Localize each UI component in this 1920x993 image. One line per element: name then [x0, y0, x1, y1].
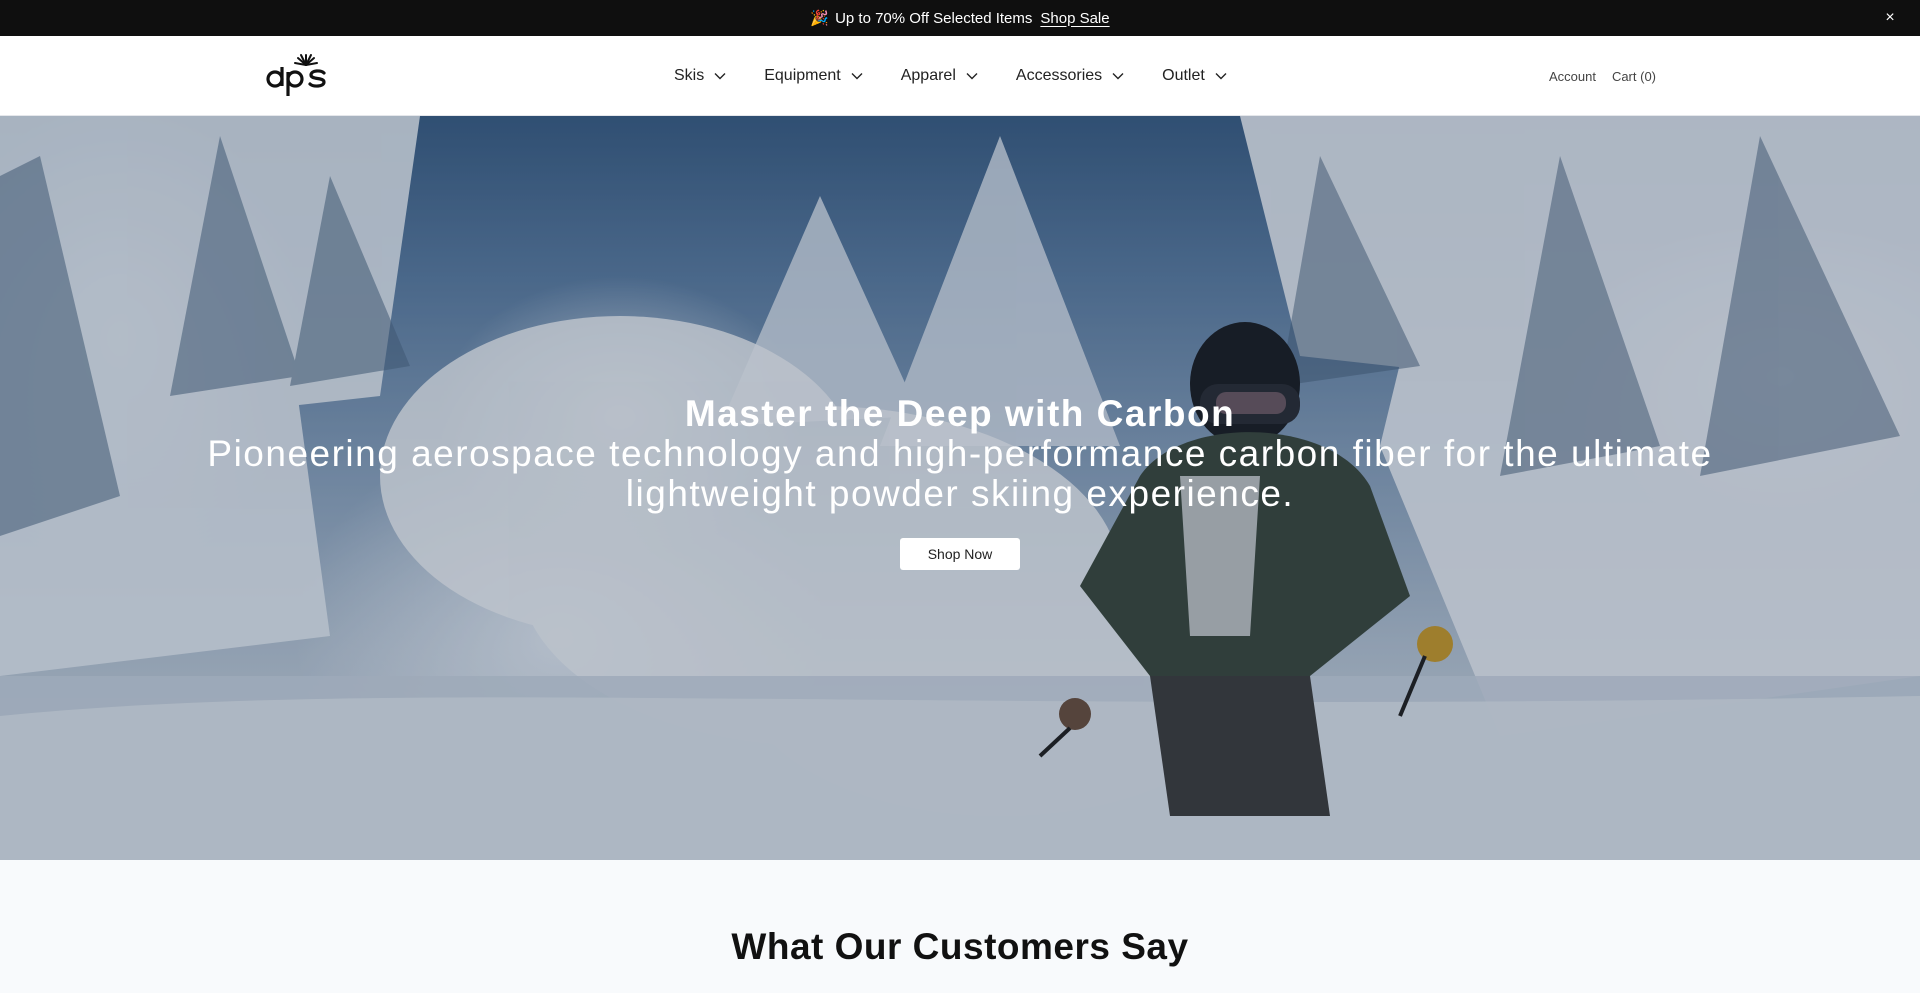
- chevron-down-icon: [1215, 73, 1227, 80]
- testimonials-title: What Our Customers Say: [731, 926, 1189, 967]
- hero-title: Master the Deep with Carbon: [684, 393, 1236, 434]
- nav-item-skis[interactable]: Skis: [674, 67, 726, 85]
- account-link[interactable]: Account: [1549, 69, 1596, 84]
- nav-item-outlet[interactable]: Outlet: [1162, 67, 1227, 85]
- nav-item-equipment[interactable]: Equipment: [764, 67, 863, 85]
- close-icon[interactable]: ×: [1880, 8, 1900, 28]
- chevron-down-icon: [851, 73, 863, 80]
- shop-now-button[interactable]: Shop Now: [900, 538, 1020, 570]
- cart-link[interactable]: Cart (0): [1612, 69, 1656, 84]
- nav-item-accessories[interactable]: Accessories: [1016, 67, 1124, 85]
- nav-item-label: Outlet: [1162, 67, 1205, 84]
- logo-mark: [266, 54, 326, 96]
- main-nav: Skis Equipment Apparel Accessories Outle…: [674, 36, 1227, 116]
- nav-item-apparel[interactable]: Apparel: [901, 67, 978, 85]
- shop-sale-link[interactable]: Shop Sale: [1040, 10, 1109, 27]
- nav-item-label: Equipment: [764, 67, 841, 84]
- hero-subtitle: Pioneering aerospace technology and high…: [207, 433, 1713, 514]
- dps-logo[interactable]: [265, 52, 327, 98]
- nav-item-label: Accessories: [1015, 67, 1103, 84]
- announcement-text: Up to 70% Off Selected Items: [835, 9, 1033, 27]
- chevron-down-icon: [1112, 73, 1124, 80]
- nav-item-label: Apparel: [900, 67, 956, 84]
- chevron-down-icon: [714, 73, 726, 80]
- hero-content: Master the Deep with Carbon Pioneering a…: [0, 394, 1920, 570]
- announcement-bar: 🎉 Up to 70% Off Selected Items Shop Sale…: [0, 0, 1920, 36]
- header-utilities: Account Cart (0): [1549, 36, 1656, 116]
- party-popper-icon: 🎉: [810, 10, 830, 27]
- hero-banner: Master the Deep with Carbon Pioneering a…: [0, 116, 1920, 860]
- site-header: Skis Equipment Apparel Accessories Outle…: [0, 36, 1920, 116]
- chevron-down-icon: [966, 73, 978, 80]
- nav-item-label: Skis: [674, 67, 705, 84]
